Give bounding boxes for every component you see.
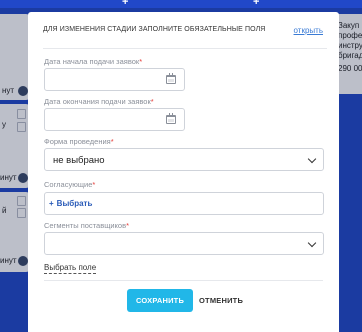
calendar-icon[interactable] [166,113,176,124]
form-select-value: не выбрано [53,155,105,166]
required-mark: * [126,221,129,230]
stage-change-modal: ДЛЯ ИЗМЕНЕНИЯ СТАДИИ ЗАПОЛНИТЕ ОБЯЗАТЕЛЬ… [28,12,339,332]
required-mark: * [150,97,154,106]
end-date-input[interactable] [44,108,185,131]
open-link[interactable]: открыть [294,26,323,35]
add-column-icon[interactable]: + [253,0,259,8]
required-mark: * [110,137,114,146]
approvers-field: + Выбрать [44,192,324,215]
calendar-icon[interactable] [166,73,176,84]
required-mark: * [92,180,96,189]
start-date-label: Дата начала подачи заявок* [44,57,143,66]
add-approver-button[interactable]: + Выбрать [49,199,92,208]
plus-icon: + [49,199,54,208]
end-date-label: Дата окончания подачи заявок* [44,97,154,106]
chevron-down-icon [307,154,317,164]
segments-select[interactable] [44,232,324,255]
approvers-label: Согласующие* [44,180,96,189]
choose-field-link[interactable]: Выбрать поле [44,263,97,274]
chevron-down-icon [307,238,317,248]
required-mark: * [139,57,143,66]
modal-header: ДЛЯ ИЗМЕНЕНИЯ СТАДИИ ЗАПОЛНИТЕ ОБЯЗАТЕЛЬ… [43,26,327,49]
footer-divider [44,280,323,281]
segments-label: Сегменты поставщиков* [44,221,129,230]
add-column-icon[interactable]: + [122,0,128,8]
save-button[interactable]: СОХРАНИТЬ [127,289,193,312]
form-select[interactable]: не выбрано [44,148,324,171]
start-date-input[interactable] [44,68,185,91]
cancel-button[interactable]: ОТМЕНИТЬ [199,289,243,312]
form-label: Форма проведения* [44,137,114,146]
modal-title: ДЛЯ ИЗМЕНЕНИЯ СТАДИИ ЗАПОЛНИТЕ ОБЯЗАТЕЛЬ… [43,26,266,33]
